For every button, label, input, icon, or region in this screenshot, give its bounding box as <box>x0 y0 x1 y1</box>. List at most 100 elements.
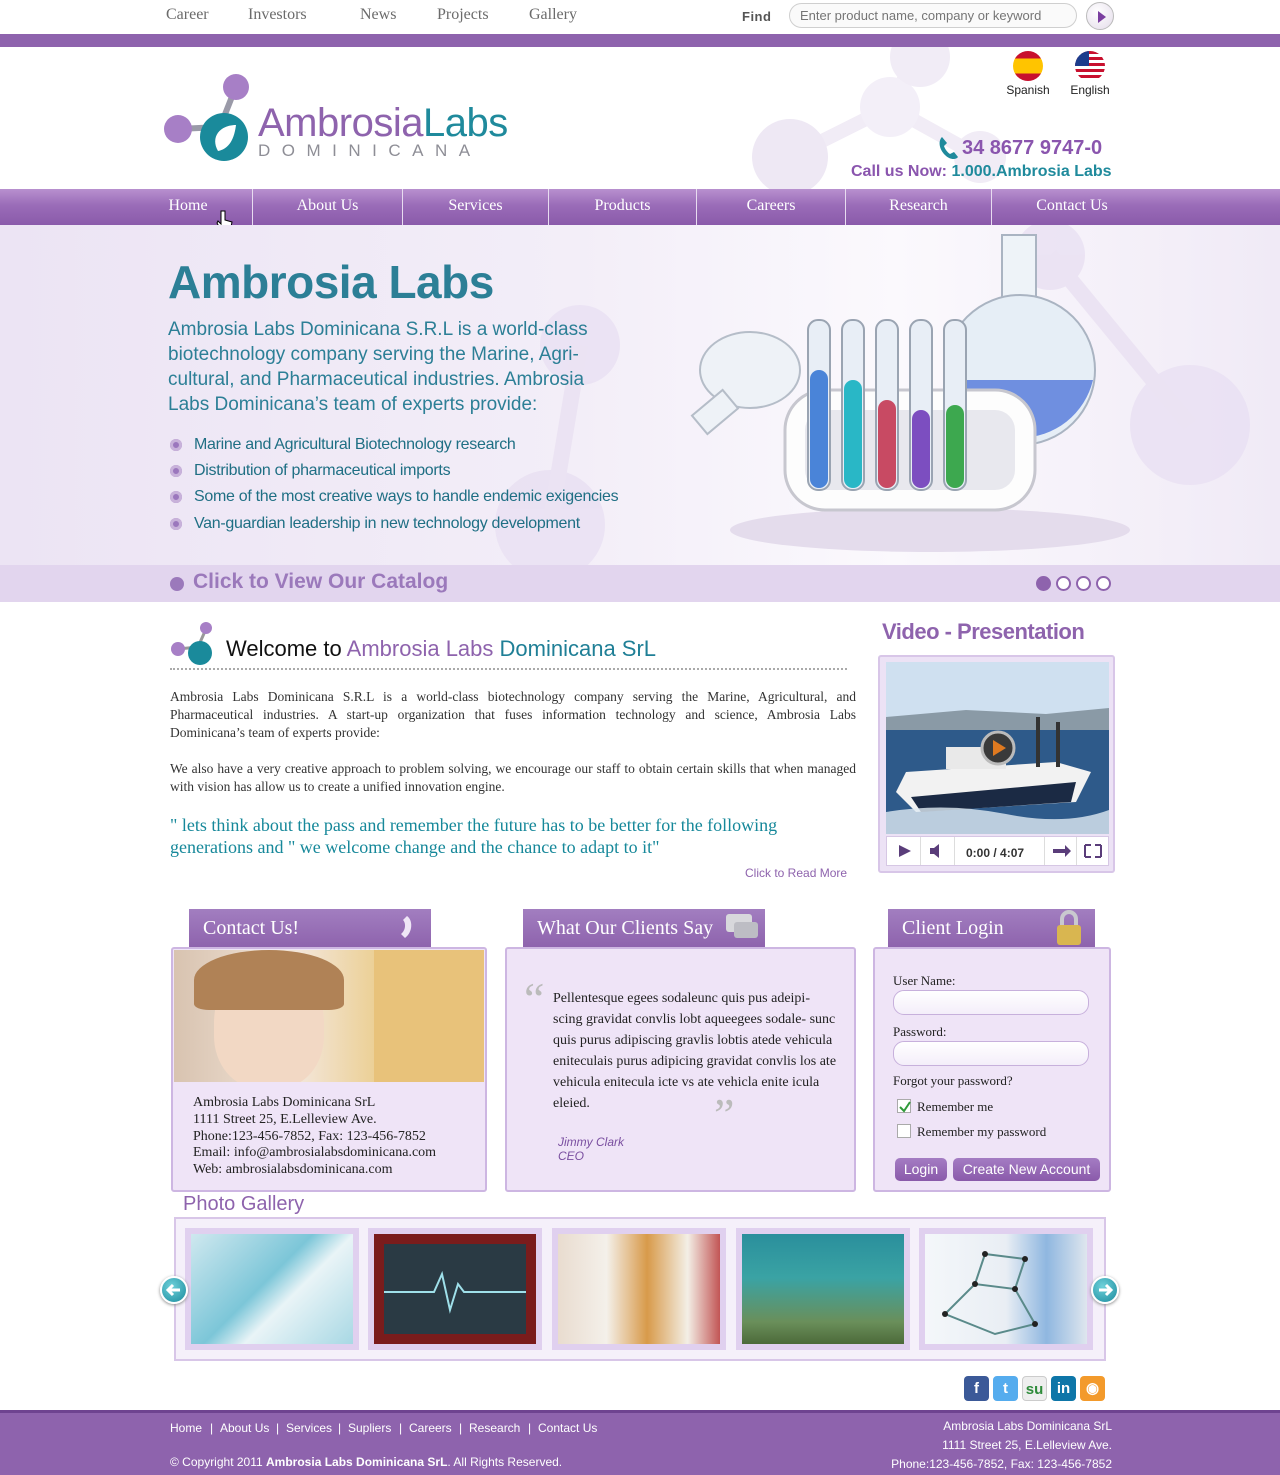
video-screen[interactable] <box>886 662 1109 834</box>
welcome-brand-b: Dominicana SrL <box>499 636 657 661</box>
contact-title: Contact Us! <box>203 917 300 939</box>
testimonial-text: Pellentesque egees sodaleunc quis pus ad… <box>553 991 837 1111</box>
contact-web[interactable]: Web: ambrosialabsdominicana.com <box>193 1162 392 1178</box>
slider-dot-1[interactable] <box>1036 576 1051 591</box>
login-button[interactable]: Login <box>895 1158 947 1181</box>
welcome-quote: " lets think about the pass and remember… <box>170 815 778 857</box>
nav-research[interactable]: Research <box>846 189 991 225</box>
lab-glassware-image <box>690 234 1130 552</box>
fullscreen-button[interactable] <box>1077 837 1109 865</box>
catalog-bullet-icon <box>170 577 184 591</box>
gallery-photo-1[interactable] <box>185 1228 359 1350</box>
logo-text-labs: Labs <box>422 101 508 145</box>
pipette-icon <box>191 1234 353 1344</box>
slider-dot-3[interactable] <box>1076 576 1091 591</box>
play-button[interactable] <box>887 837 921 865</box>
top-link-investors[interactable]: Investors <box>248 6 307 24</box>
top-link-career[interactable]: Career <box>166 6 209 24</box>
rss-icon[interactable]: ◉ <box>1080 1376 1105 1401</box>
slider-dot-4[interactable] <box>1096 576 1111 591</box>
footer-link-services[interactable]: Services <box>286 1421 332 1435</box>
footer-link-home[interactable]: Home <box>170 1421 202 1435</box>
footer-address-phone: Phone:123-456-7852, Fax: 123-456-7852 <box>891 1457 1112 1471</box>
top-link-news[interactable]: News <box>360 6 396 24</box>
nav-products[interactable]: Products <box>549 189 696 225</box>
arrow-right-icon <box>1099 1283 1114 1297</box>
remember-me-label: Remember me <box>917 1099 994 1114</box>
logo-wordmark: AmbrosiaLabs <box>258 101 508 146</box>
footer-link-about-us[interactable]: About Us <box>220 1421 269 1435</box>
forgot-password-link[interactable]: Forgot your password? <box>893 1073 1013 1089</box>
password-input[interactable] <box>893 1041 1089 1066</box>
gallery-photo-5[interactable] <box>919 1228 1093 1350</box>
language-spanish[interactable]: Spanish <box>998 83 1058 97</box>
nav-careers[interactable]: Careers <box>697 189 845 225</box>
footer-separator: | <box>459 1421 463 1435</box>
usa-flag-icon[interactable] <box>1075 51 1105 81</box>
nav-contact-us[interactable]: Contact Us <box>992 189 1152 225</box>
volume-button[interactable] <box>921 837 955 865</box>
hero-bullet: Some of the most creative ways to handle… <box>170 488 619 506</box>
gallery-title: Photo Gallery <box>183 1193 305 1215</box>
read-more-link[interactable]: Click to Read More <box>745 866 847 880</box>
username-input[interactable] <box>893 990 1089 1015</box>
footer-link-supliers[interactable]: Supliers <box>348 1421 391 1435</box>
contact-phone: Phone:123-456-7852, Fax: 123-456-7852 <box>193 1129 426 1144</box>
footer-link-research[interactable]: Research <box>469 1421 520 1435</box>
create-account-button[interactable]: Create New Account <box>953 1158 1100 1181</box>
twitter-icon[interactable]: t <box>993 1376 1018 1401</box>
call-now-value: 1.000.Ambrosia Labs <box>951 163 1112 180</box>
gallery-photo-3[interactable] <box>552 1228 726 1350</box>
header-phone: 34 8677 9747-0 <box>962 137 1103 159</box>
welcome-paragraph-1: Ambrosia Labs Dominicana S.R.L is a worl… <box>170 689 856 740</box>
remember-password-checkbox[interactable] <box>897 1124 911 1138</box>
loop-icon <box>1053 845 1071 857</box>
hero-bullet: Van-guardian leadership in new technolog… <box>170 515 580 533</box>
hero-description: Ambrosia Labs Dominicana S.R.L is a worl… <box>168 319 588 415</box>
language-english[interactable]: English <box>1060 83 1120 97</box>
support-agent-photo <box>174 950 484 1082</box>
nav-about-us[interactable]: About Us <box>253 189 402 225</box>
volume-icon <box>930 844 939 858</box>
phone-icon <box>939 137 958 160</box>
footer-link-careers[interactable]: Careers <box>409 1421 452 1435</box>
open-quote-icon: “ <box>524 973 545 1024</box>
stumbleupon-icon[interactable]: su <box>1022 1376 1047 1401</box>
gallery-photo-2[interactable] <box>368 1228 542 1350</box>
welcome-divider <box>170 668 847 670</box>
gallery-prev-button[interactable] <box>160 1276 188 1304</box>
find-label: Find <box>742 9 772 24</box>
nav-home[interactable]: Home <box>160 189 216 225</box>
facebook-icon[interactable]: f <box>964 1376 989 1401</box>
welcome-brand-a: Ambrosia Labs <box>346 636 494 661</box>
welcome-logo-icon <box>171 622 212 665</box>
spain-flag-icon[interactable] <box>1013 51 1043 81</box>
top-link-projects[interactable]: Projects <box>437 6 489 24</box>
copyright-brand: Ambrosia Labs Dominicana SrL <box>266 1455 448 1469</box>
search-button[interactable] <box>1086 2 1114 30</box>
welcome-prefix: Welcome to <box>226 636 342 661</box>
copyright: © Copyright 2011 Ambrosia Labs Dominican… <box>170 1455 562 1469</box>
phone-handset-icon <box>401 916 412 938</box>
gallery-photo-4[interactable] <box>736 1228 910 1350</box>
remember-password-label: Remember my password <box>917 1124 1047 1139</box>
loop-button[interactable] <box>1045 837 1077 865</box>
slider-dot-2[interactable] <box>1056 576 1071 591</box>
catalog-link[interactable]: Click to View Our Catalog <box>193 570 448 594</box>
nav-services[interactable]: Services <box>403 189 548 225</box>
search-input[interactable] <box>789 3 1077 28</box>
footer-link-contact-us[interactable]: Contact Us <box>538 1421 597 1435</box>
close-quote-icon: ” <box>714 1089 735 1140</box>
hero-title: Ambrosia Labs <box>168 256 494 308</box>
footer-separator: | <box>210 1421 214 1435</box>
contact-email[interactable]: Email: info@ambrosialabsdominicana.com <box>193 1145 436 1161</box>
remember-me-checkbox[interactable] <box>897 1099 911 1113</box>
linkedin-icon[interactable]: in <box>1051 1376 1076 1401</box>
copyright-prefix: © Copyright 2011 <box>170 1455 263 1469</box>
logo-text-ambrosia: Ambrosia <box>258 101 423 145</box>
hero-bullet: Distribution of pharmaceutical imports <box>170 462 451 480</box>
fullscreen-icon <box>1084 844 1102 858</box>
contact-company: Ambrosia Labs Dominicana SrL <box>193 1095 376 1110</box>
gallery-next-button[interactable] <box>1091 1276 1119 1304</box>
top-link-gallery[interactable]: Gallery <box>529 6 577 24</box>
